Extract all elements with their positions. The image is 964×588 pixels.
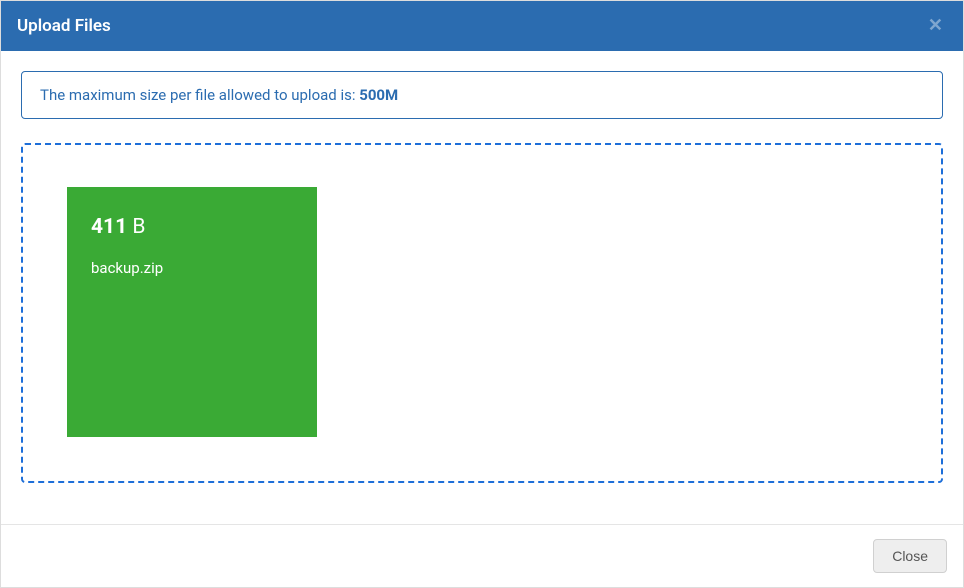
file-size-value: 411 [91,215,127,239]
modal-body: The maximum size per file allowed to upl… [1,51,963,524]
close-button[interactable]: Close [873,539,947,573]
file-tile[interactable]: 411 B backup.zip [67,187,317,437]
file-size: 411 B [91,215,293,239]
upload-modal: Upload Files ✕ The maximum size per file… [0,0,964,588]
file-size-unit: B [132,215,145,239]
modal-title: Upload Files [17,16,111,36]
modal-header: Upload Files ✕ [1,1,963,51]
banner-text: The maximum size per file allowed to upl… [40,86,359,104]
file-name: backup.zip [91,259,293,277]
file-dropzone[interactable]: 411 B backup.zip [21,143,943,483]
banner-max-size: 500M [359,86,398,104]
close-icon[interactable]: ✕ [924,15,947,37]
max-size-banner: The maximum size per file allowed to upl… [21,71,943,119]
modal-footer: Close [1,524,963,587]
